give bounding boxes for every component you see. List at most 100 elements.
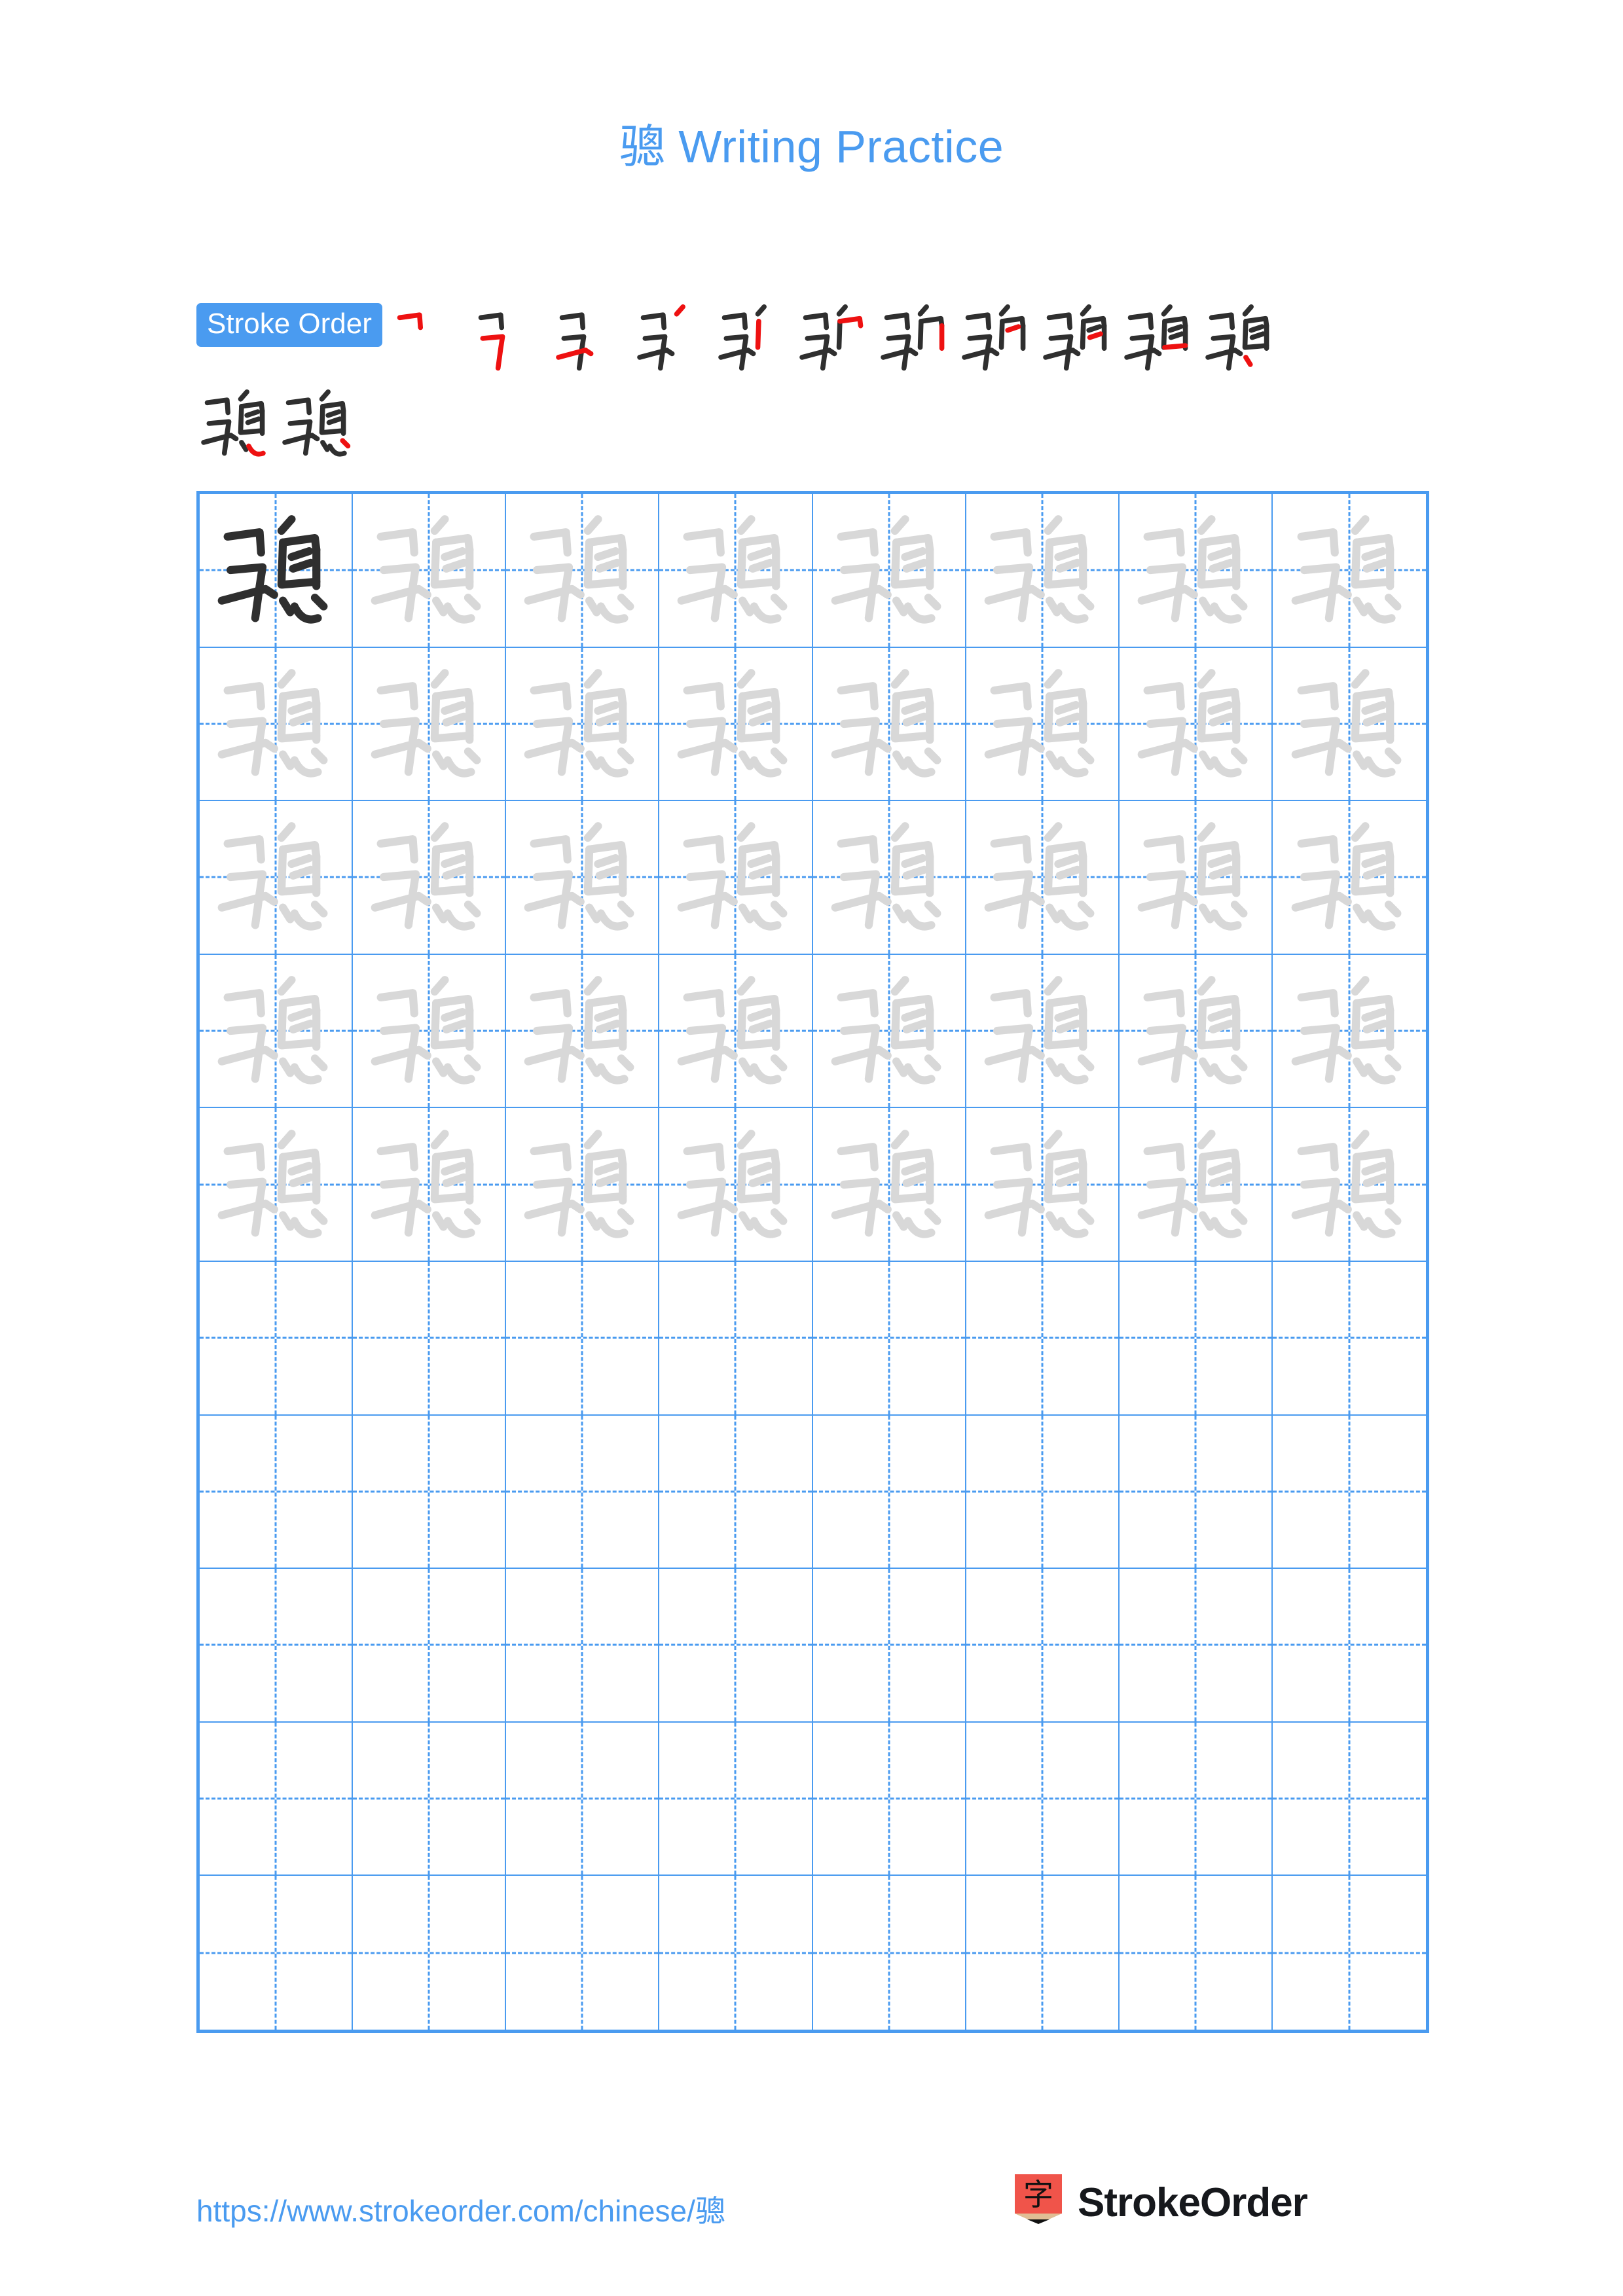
practice-cell-r1-c1[interactable] [200,494,354,648]
practice-cell-r5-c4[interactable] [659,1108,813,1262]
practice-cell-r2-c8[interactable] [1272,648,1426,802]
practice-cell-r5-c2[interactable] [353,1108,507,1262]
practice-cell-r10-c3[interactable] [506,1876,660,2030]
practice-cell-r3-c1[interactable] [200,801,354,955]
practice-cell-r7-c4[interactable] [659,1415,813,1570]
stroke-step-2 [470,298,551,379]
practice-cell-r5-c6[interactable] [966,1108,1120,1262]
practice-cell-r1-c2[interactable] [353,494,507,648]
practice-cell-r9-c4[interactable] [659,1722,813,1876]
practice-cell-r8-c1[interactable] [200,1569,354,1723]
practice-cell-r5-c5[interactable] [812,1108,966,1262]
practice-cell-r8-c4[interactable] [659,1569,813,1723]
practice-cell-r3-c5[interactable] [812,801,966,955]
practice-cell-r6-c3[interactable] [506,1262,660,1416]
practice-cell-r2-c4[interactable] [659,647,813,802]
practice-cell-r6-c1[interactable] [200,1262,354,1416]
practice-cell-r10-c4[interactable] [659,1876,813,2030]
practice-cell-r6-c4[interactable] [659,1262,813,1416]
practice-cell-r7-c3[interactable] [506,1415,660,1570]
practice-cell-r8-c7[interactable] [1119,1569,1273,1723]
practice-cell-r9-c1[interactable] [200,1722,354,1876]
practice-cell-r8-c2[interactable] [353,1569,507,1723]
practice-cell-r5-c1[interactable] [200,1108,354,1262]
practice-cell-r10-c6[interactable] [966,1876,1120,2030]
trace-character [659,648,811,800]
practice-cell-r6-c5[interactable] [812,1262,966,1416]
practice-cell-r3-c4[interactable] [659,801,813,955]
trace-character [1120,1108,1271,1261]
practice-cell-r9-c2[interactable] [353,1722,507,1876]
trace-character [506,494,658,647]
trace-character [966,801,1118,954]
page-title: 骢 Writing Practice [0,110,1623,176]
practice-cell-r4-c1[interactable] [200,954,354,1109]
practice-cell-r10-c7[interactable] [1120,1876,1273,2030]
practice-cell-r2-c1[interactable] [200,647,354,802]
practice-cell-r2-c2[interactable] [353,647,507,802]
practice-cell-r9-c3[interactable] [506,1722,660,1876]
practice-cell-r10-c5[interactable] [813,1876,966,2030]
practice-cell-r2-c5[interactable] [812,647,966,802]
practice-cell-r1-c4[interactable] [659,494,813,648]
practice-cell-r1-c7[interactable] [1119,494,1273,648]
practice-cell-r10-c2[interactable] [353,1876,507,2030]
practice-cell-r8-c8[interactable] [1272,1569,1426,1723]
practice-cell-r8-c3[interactable] [506,1569,660,1723]
practice-cell-r4-c3[interactable] [506,954,660,1109]
practice-cell-r1-c3[interactable] [506,494,660,648]
stroke-step-6 [795,298,876,379]
practice-cell-r3-c8[interactable] [1272,801,1426,955]
stroke-order-row-1: Stroke Order [196,298,1434,379]
practice-cell-r4-c4[interactable] [659,954,813,1109]
practice-cell-r5-c3[interactable] [506,1108,660,1262]
practice-cell-r10-c8[interactable] [1273,1876,1426,2030]
practice-cell-r3-c3[interactable] [506,801,660,955]
practice-cell-r9-c8[interactable] [1272,1723,1426,1876]
trace-character [966,648,1118,800]
practice-cell-r2-c6[interactable] [966,647,1120,802]
trace-character [506,1108,658,1261]
practice-cell-r4-c8[interactable] [1272,955,1426,1109]
footer-url-link[interactable]: https://www.strokeorder.com/chinese/骢 [196,2187,725,2231]
practice-cell-r7-c5[interactable] [812,1415,966,1570]
practice-cell-r5-c7[interactable] [1119,1108,1273,1262]
practice-cell-r7-c8[interactable] [1272,1416,1426,1570]
practice-cell-r2-c3[interactable] [506,647,660,802]
practice-cell-r1-c8[interactable] [1272,494,1426,648]
stroke-step-9 [1038,298,1120,379]
practice-cell-r6-c6[interactable] [966,1262,1120,1416]
practice-cell-r9-c5[interactable] [812,1722,966,1876]
trace-character [506,648,658,800]
practice-cell-r6-c2[interactable] [353,1262,507,1416]
practice-cell-r6-c8[interactable] [1272,1262,1426,1416]
practice-cell-r3-c2[interactable] [353,801,507,955]
practice-cell-r4-c2[interactable] [353,954,507,1109]
practice-cell-r4-c5[interactable] [812,954,966,1109]
practice-cell-r1-c6[interactable] [966,494,1120,648]
practice-cell-r3-c6[interactable] [966,801,1120,955]
practice-cell-r7-c1[interactable] [200,1415,354,1570]
practice-cell-r4-c7[interactable] [1119,954,1273,1109]
practice-cell-r7-c6[interactable] [966,1415,1120,1570]
trace-character [1120,801,1271,954]
practice-cell-r10-c1[interactable] [200,1876,354,2030]
trace-character [200,1108,352,1261]
practice-cell-r1-c5[interactable] [812,494,966,648]
trace-character [1120,494,1271,647]
practice-cell-r7-c2[interactable] [353,1415,507,1570]
practice-cell-r9-c7[interactable] [1119,1722,1273,1876]
trace-character [966,1108,1118,1261]
practice-cell-r8-c6[interactable] [966,1569,1120,1723]
practice-cell-r9-c6[interactable] [966,1722,1120,1876]
practice-cell-r2-c7[interactable] [1119,647,1273,802]
practice-cell-r5-c8[interactable] [1272,1108,1426,1262]
stroke-step-8 [957,298,1038,379]
trace-character [1273,648,1426,800]
practice-cell-r4-c6[interactable] [966,954,1120,1109]
practice-cell-r8-c5[interactable] [812,1569,966,1723]
practice-cell-r6-c7[interactable] [1119,1262,1273,1416]
practice-cell-r3-c7[interactable] [1119,801,1273,955]
trace-character [353,648,505,800]
practice-cell-r7-c7[interactable] [1119,1415,1273,1570]
